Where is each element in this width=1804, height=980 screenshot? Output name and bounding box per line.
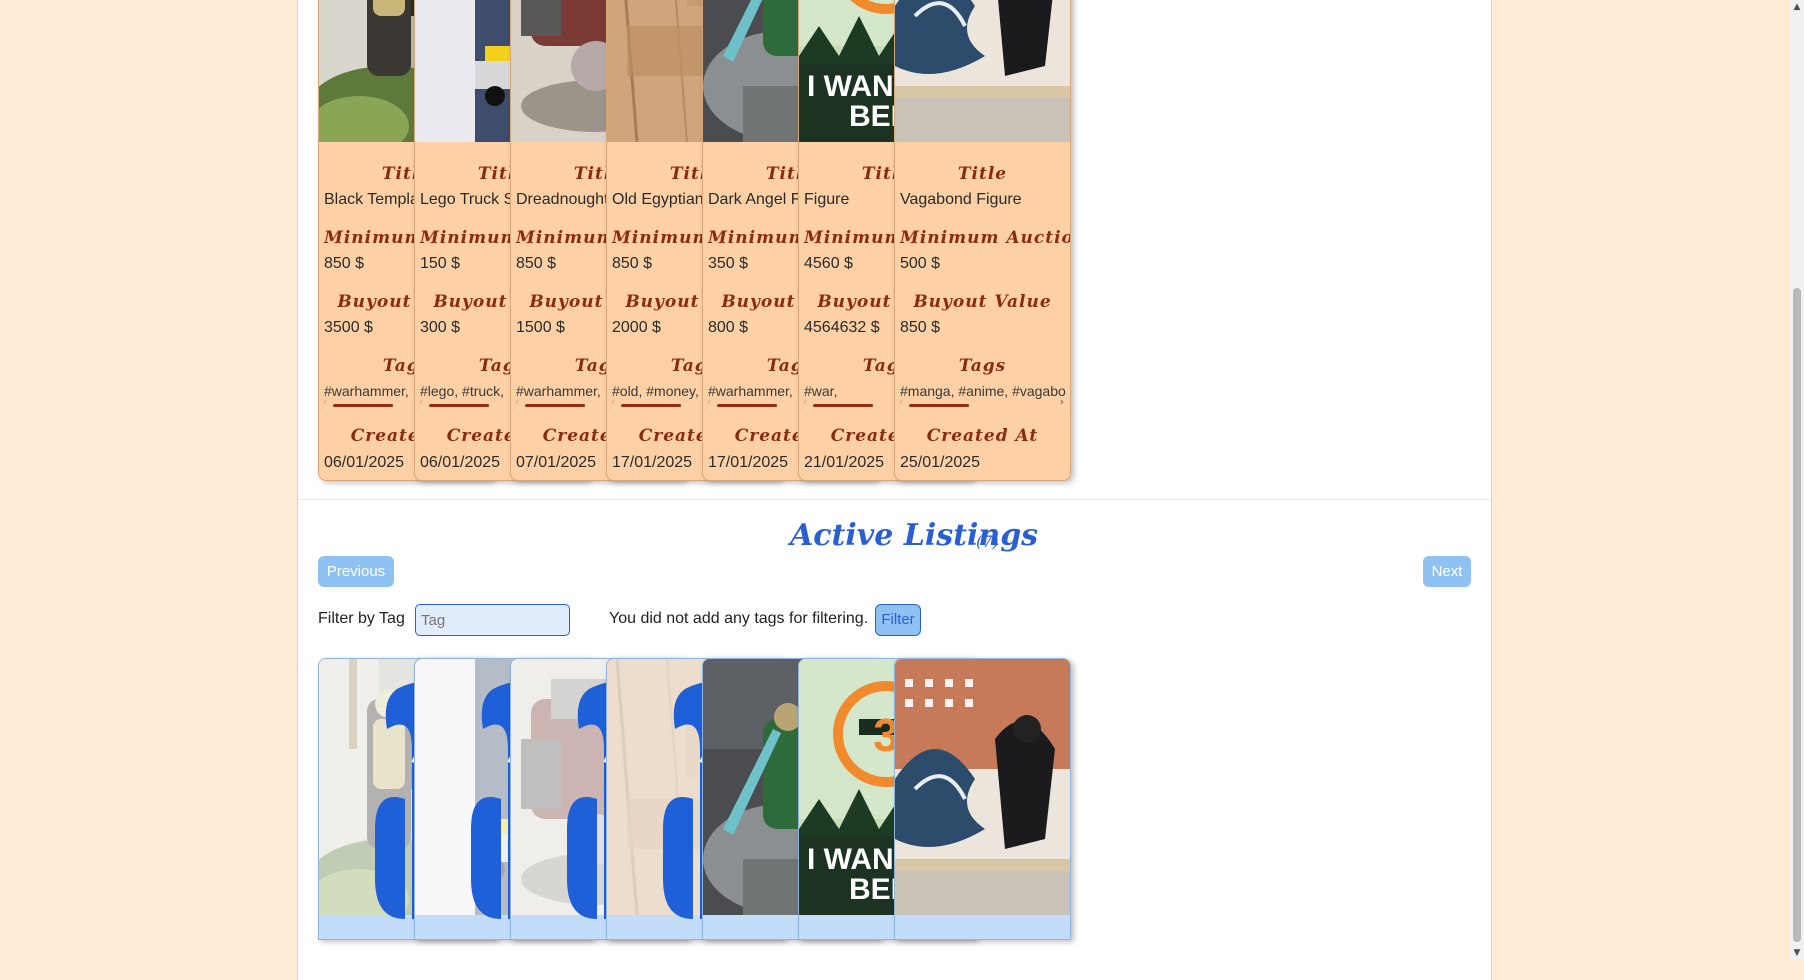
tag-scroll-left-icon[interactable]: ‹ <box>419 395 423 408</box>
created-date: 06/01/2025 <box>420 454 501 471</box>
sold-listing-card[interactable]: Title Vagabond Figure Minimum Auction Valu… <box>894 0 1071 481</box>
tag-scroll-right-icon[interactable]: › <box>1060 395 1064 408</box>
tag-scrollbar[interactable] <box>717 404 777 407</box>
created-date: 06/01/2025 <box>324 454 405 471</box>
scrollbar-thumb[interactable] <box>1793 288 1801 942</box>
created-date: 17/01/2025 <box>612 454 693 471</box>
tag-scroll-left-icon[interactable]: ‹ <box>515 395 519 408</box>
buyout-label: Buyout Value <box>913 292 1052 312</box>
tag-list: #warhammer, <box>516 383 601 399</box>
buyout-value: 300 $ <box>420 319 461 336</box>
tag-scrollbar[interactable] <box>813 404 873 407</box>
tag-list: #old, #money, <box>612 383 699 399</box>
buyout-value: 2000 $ <box>612 319 661 336</box>
active-listings-title: Active Listings <box>790 518 1039 553</box>
active-listings-count: (7) <box>976 532 999 551</box>
filter-by-tag-label: Filter by Tag <box>318 610 405 627</box>
tag-scroll-left-icon[interactable]: ‹ <box>803 395 807 408</box>
tag-scroll-left-icon[interactable]: ‹ <box>899 395 903 408</box>
created-at-label: Created At <box>926 426 1039 446</box>
active-listing-card[interactable] <box>894 658 1071 940</box>
listing-title: Lego Truck S <box>420 191 515 208</box>
next-button[interactable]: Next <box>1423 556 1471 587</box>
created-date: 07/01/2025 <box>516 454 597 471</box>
minimum-value: 850 $ <box>516 255 557 272</box>
buyout-value: 800 $ <box>708 319 749 336</box>
tag-list: #warhammer, <box>708 383 793 399</box>
minimum-value-label: Minimum Auction Value <box>900 228 1070 248</box>
no-tags-message: You did not add any tags for filtering. <box>609 610 869 627</box>
tag-scroll-left-icon[interactable]: ‹ <box>323 395 327 408</box>
buyout-value: 850 $ <box>900 319 941 336</box>
listing-image <box>895 0 1070 142</box>
tag-list: #war, <box>804 383 838 399</box>
scroll-down-icon[interactable]: ▼ <box>1790 946 1804 960</box>
listing-image <box>895 659 1070 915</box>
tag-input[interactable] <box>415 604 570 636</box>
created-date: 21/01/2025 <box>804 454 885 471</box>
title-label: Title <box>957 164 1008 184</box>
minimum-value: 150 $ <box>420 255 461 272</box>
tag-scrollbar[interactable] <box>621 404 681 407</box>
listing-title: Black Templar <box>324 191 425 208</box>
minimum-value: 850 $ <box>324 255 365 272</box>
minimum-value: 4560 $ <box>804 255 853 272</box>
tag-scroll-left-icon[interactable]: ‹ <box>611 395 615 408</box>
scrollbar[interactable]: ▲ ▼ <box>1790 0 1804 960</box>
listing-title: Dreadnought <box>516 191 609 208</box>
tag-scrollbar[interactable] <box>525 404 585 407</box>
buyout-value: 1500 $ <box>516 319 565 336</box>
minimum-value: 350 $ <box>708 255 749 272</box>
tag-scroll-left-icon[interactable]: ‹ <box>707 395 711 408</box>
buyout-value: 3500 $ <box>324 319 373 336</box>
listing-title: Dark Angel F <box>708 191 801 208</box>
buyout-value: 4564632 $ <box>804 319 880 336</box>
previous-button[interactable]: Previous <box>318 556 394 587</box>
minimum-value: 850 $ <box>612 255 653 272</box>
listing-title: Vagabond Figure <box>900 191 1022 208</box>
tag-list: #manga, #anime, #vagabo <box>900 383 1066 399</box>
tag-scrollbar[interactable] <box>333 404 393 407</box>
tag-list: #warhammer, <box>324 383 409 399</box>
tags-label: Tags <box>958 356 1007 376</box>
section-divider <box>298 499 1491 500</box>
tag-scrollbar[interactable] <box>429 404 489 407</box>
created-date: 17/01/2025 <box>708 454 789 471</box>
tag-scrollbar[interactable] <box>909 404 969 407</box>
listing-title: Figure <box>804 191 850 208</box>
created-date: 25/01/2025 <box>900 454 981 471</box>
scroll-up-icon[interactable]: ▲ <box>1790 0 1804 14</box>
listing-title: Old Egyptian <box>612 191 704 208</box>
tag-list: #lego, #truck, <box>420 383 505 399</box>
filter-button[interactable]: Filter <box>875 604 921 636</box>
minimum-value: 500 $ <box>900 255 941 272</box>
